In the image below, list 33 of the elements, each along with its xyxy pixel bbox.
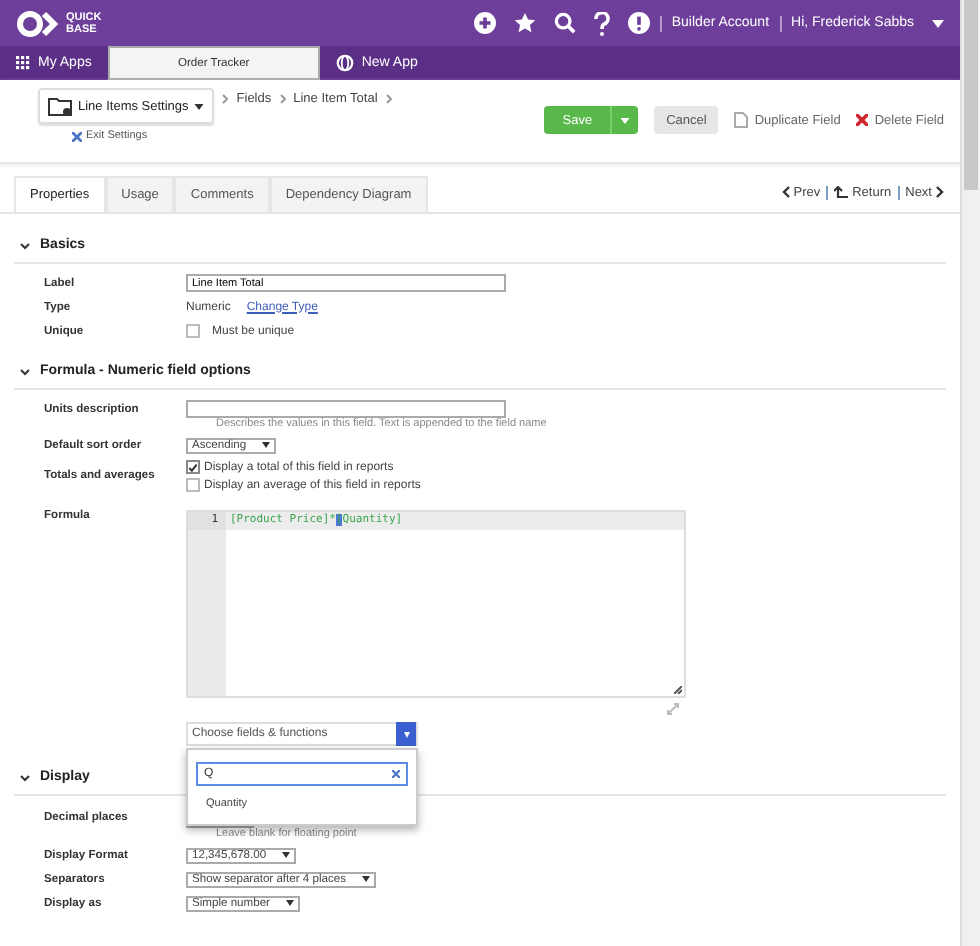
caret-icon xyxy=(403,731,409,737)
checkbox[interactable] xyxy=(186,324,200,338)
caret-icon xyxy=(362,876,371,882)
caret-icon xyxy=(282,852,291,858)
caret-icon xyxy=(286,900,294,906)
chevron-right-icon xyxy=(222,94,229,104)
grid-icon xyxy=(16,56,30,70)
caret-icon[interactable] xyxy=(932,19,944,27)
caret-icon xyxy=(620,117,631,123)
logo-icon xyxy=(16,9,60,37)
clear-icon[interactable] xyxy=(392,770,400,778)
resize-grip-icon[interactable] xyxy=(674,686,682,694)
chevron-right-icon xyxy=(385,94,392,104)
units-input[interactable] xyxy=(186,400,506,418)
search-icon[interactable] xyxy=(553,12,576,34)
copy-icon xyxy=(734,112,749,128)
folder-icon xyxy=(48,96,72,116)
chevron-right-icon xyxy=(936,186,944,198)
chevron-left-icon xyxy=(781,186,790,198)
close-icon xyxy=(856,114,869,126)
caret-icon xyxy=(262,442,271,448)
add-icon[interactable] xyxy=(473,12,496,34)
globe-icon xyxy=(335,54,354,72)
return-arrow-icon xyxy=(834,186,849,198)
scrollbar[interactable] xyxy=(960,0,980,946)
chevron-right-icon xyxy=(279,94,286,104)
checkbox[interactable] xyxy=(186,478,200,492)
alert-icon[interactable] xyxy=(627,12,650,34)
checkbox[interactable] xyxy=(186,460,200,474)
caret-icon xyxy=(194,103,205,109)
star-icon[interactable] xyxy=(513,12,536,34)
help-icon[interactable] xyxy=(593,11,610,35)
close-icon xyxy=(72,131,82,141)
